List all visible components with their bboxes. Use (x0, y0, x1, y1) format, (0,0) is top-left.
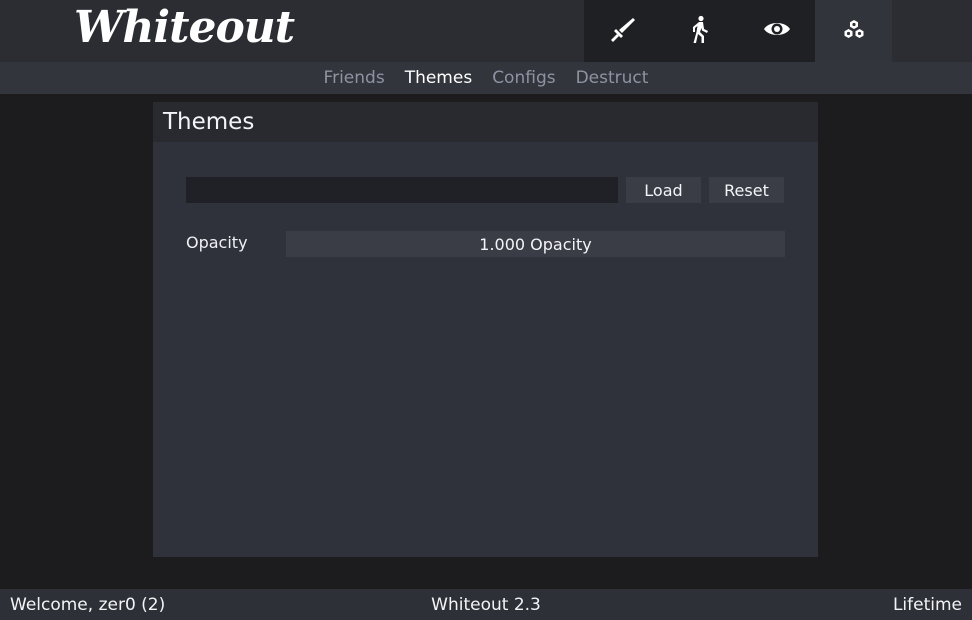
tab-render[interactable] (738, 0, 815, 62)
load-button[interactable]: Load (626, 177, 701, 203)
sword-icon (608, 14, 638, 48)
tab-combat[interactable] (584, 0, 661, 62)
subnav-item-themes[interactable]: Themes (405, 68, 473, 88)
tab-misc[interactable] (815, 0, 892, 62)
opacity-label: Opacity (186, 233, 248, 252)
license-text: Lifetime (892, 595, 962, 615)
opacity-slider[interactable]: 1.000 Opacity (286, 231, 785, 257)
panel-title: Themes (153, 102, 818, 142)
app-logo: Whiteout (74, 2, 295, 53)
eye-icon (762, 14, 792, 48)
cubes-icon (839, 14, 869, 48)
reset-button[interactable]: Reset (709, 177, 784, 203)
status-bar: Welcome, zer0 (2) Whiteout 2.3 Lifetime (0, 589, 972, 620)
walking-person-icon (685, 14, 715, 48)
subnav-item-destruct[interactable]: Destruct (576, 68, 649, 88)
version-text: Whiteout 2.3 (431, 595, 541, 615)
sub-navigation: Friends Themes Configs Destruct (0, 62, 972, 94)
tab-movement[interactable] (661, 0, 738, 62)
subnav-item-friends[interactable]: Friends (324, 68, 385, 88)
subnav-item-configs[interactable]: Configs (492, 68, 555, 88)
top-header: Whiteout (0, 0, 972, 62)
category-tabs (584, 0, 892, 62)
theme-name-input[interactable] (186, 177, 618, 203)
themes-panel: Themes Load Reset Opacity 1.000 Opacity (153, 102, 818, 557)
opacity-slider-value: 1.000 Opacity (479, 234, 592, 254)
app-window: Whiteout Friends Themes Configs Destruct… (0, 0, 972, 620)
